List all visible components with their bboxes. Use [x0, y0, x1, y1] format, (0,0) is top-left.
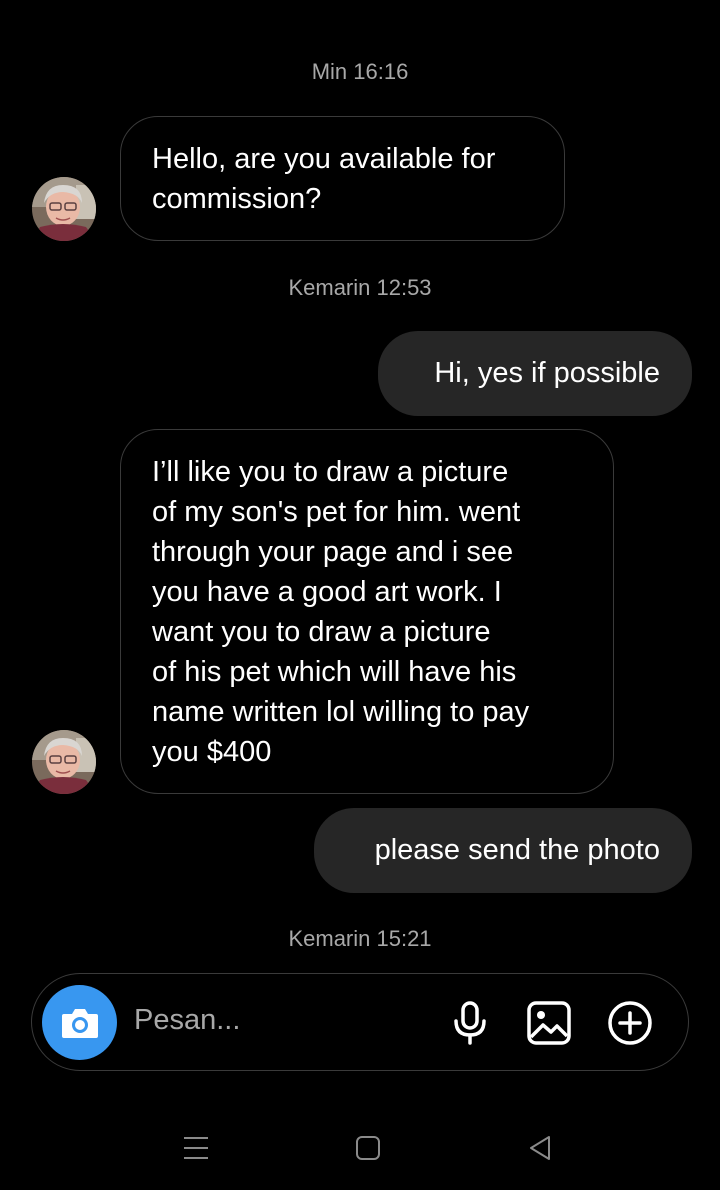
camera-button[interactable]	[42, 985, 117, 1060]
microphone-icon[interactable]	[446, 999, 494, 1047]
recent-apps-icon[interactable]	[181, 1133, 211, 1163]
message-input[interactable]: Pesan...	[134, 1004, 240, 1037]
gallery-icon[interactable]	[525, 999, 573, 1047]
add-icon[interactable]	[606, 999, 654, 1047]
message-composer: Pesan...	[31, 973, 689, 1071]
timestamp: Kemarin 15:21	[288, 926, 432, 951]
back-icon[interactable]	[525, 1133, 555, 1163]
message-bubble-outgoing[interactable]: Hi, yes if possible	[378, 331, 692, 416]
camera-icon	[61, 1008, 98, 1038]
timestamp: Min 16:16	[311, 59, 409, 84]
timestamp: Kemarin 12:53	[288, 275, 432, 300]
dm-screen: Min 16:16 Hello, are you available for c…	[0, 0, 720, 1190]
sender-avatar[interactable]	[32, 730, 96, 794]
message-bubble-incoming[interactable]: I’ll like you to draw a picture of my so…	[120, 429, 614, 794]
home-icon[interactable]	[353, 1133, 383, 1163]
message-bubble-outgoing[interactable]: please send the photo	[314, 808, 692, 893]
system-nav-bar	[0, 1110, 720, 1190]
sender-avatar[interactable]	[32, 177, 96, 241]
message-bubble-incoming[interactable]: Hello, are you available for commission?	[120, 116, 565, 241]
